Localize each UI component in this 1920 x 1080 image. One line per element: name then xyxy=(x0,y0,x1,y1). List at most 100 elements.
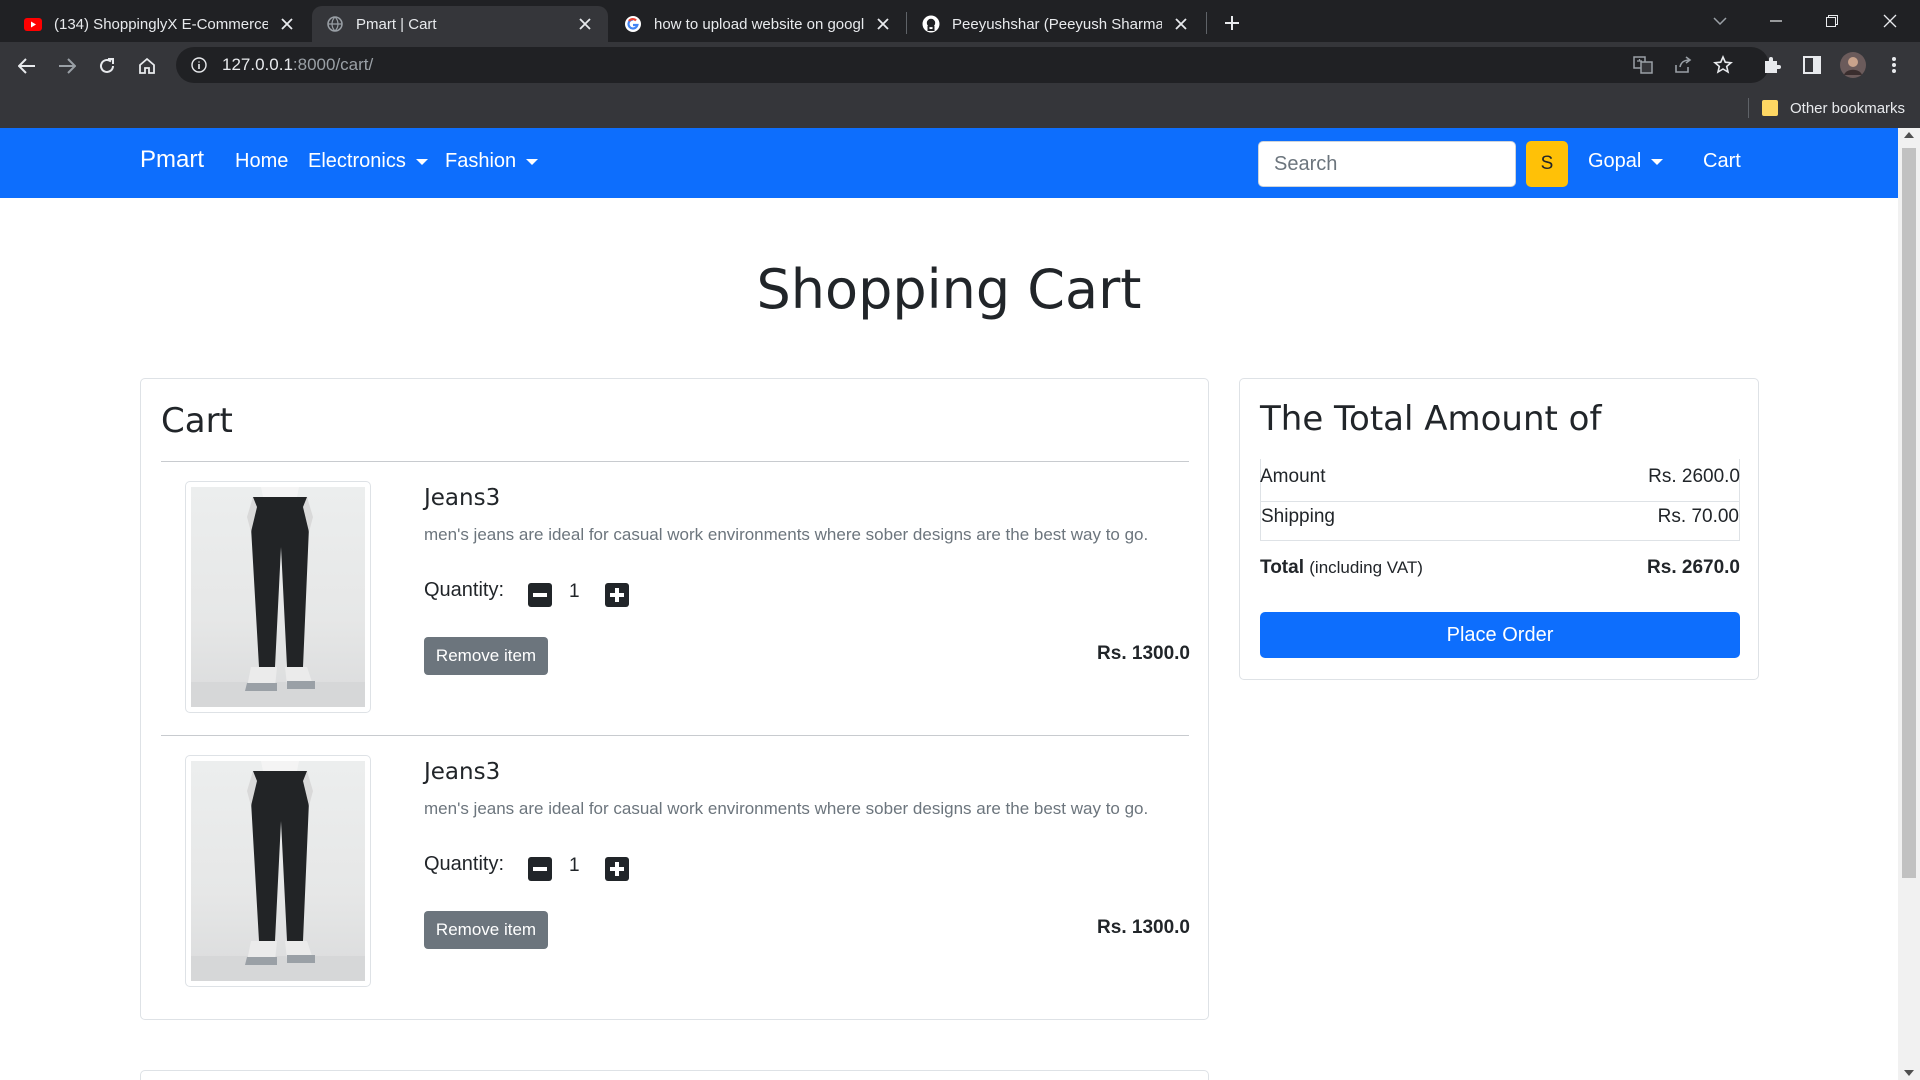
minus-icon xyxy=(533,593,547,597)
new-tab-button[interactable] xyxy=(1218,9,1246,37)
kebab-menu-icon xyxy=(1892,57,1896,73)
nav-electronics[interactable]: Electronics xyxy=(308,150,428,173)
share-button[interactable] xyxy=(1667,47,1699,83)
youtube-icon xyxy=(24,15,42,33)
tab-separator xyxy=(1206,12,1207,34)
page-scrollbar[interactable] xyxy=(1898,128,1920,1080)
product-description: men's jeans are ideal for casual work en… xyxy=(424,525,1149,544)
restore-button[interactable] xyxy=(1804,0,1860,42)
other-bookmarks-label: Other bookmarks xyxy=(1790,99,1906,117)
remove-item-button[interactable]: Remove item xyxy=(424,911,548,949)
browser-tab-cart[interactable]: Pmart | Cart xyxy=(312,6,608,42)
close-icon[interactable] xyxy=(576,15,594,33)
caret-down-icon xyxy=(415,158,428,165)
site-navbar: Pmart Home Electronics Fashion S Gopal C… xyxy=(0,128,1898,198)
url-path: :8000/cart/ xyxy=(292,55,374,74)
nav-cart[interactable]: Cart xyxy=(1703,150,1741,173)
remove-item-button[interactable]: Remove item xyxy=(424,637,548,675)
nav-home[interactable]: Home xyxy=(235,150,288,173)
home-icon xyxy=(139,57,155,74)
nav-fashion[interactable]: Fashion xyxy=(445,150,539,173)
reload-button[interactable] xyxy=(91,50,123,82)
item-price: Rs. 1300.0 xyxy=(1097,643,1190,664)
cart-heading: Cart xyxy=(161,401,233,441)
close-window-button[interactable] xyxy=(1862,0,1918,42)
side-panel-button[interactable] xyxy=(1796,47,1828,83)
nav-user[interactable]: Gopal xyxy=(1588,150,1664,173)
page-title: Shopping Cart xyxy=(756,258,1142,321)
increase-quantity-button[interactable] xyxy=(605,857,629,881)
tab-search-button[interactable] xyxy=(1692,0,1748,42)
chevron-down-icon xyxy=(1713,17,1727,25)
increase-quantity-button[interactable] xyxy=(605,583,629,607)
puzzle-icon xyxy=(1765,57,1781,73)
product-image[interactable] xyxy=(185,481,371,713)
tab-separator xyxy=(906,12,907,34)
tab-title: Peeyushshar (Peeyush Sharma) · xyxy=(952,15,1162,33)
total-note: (including VAT) xyxy=(1309,558,1423,577)
quantity-value: 1 xyxy=(569,581,580,602)
bookmark-star-button[interactable] xyxy=(1707,47,1739,83)
product-image[interactable] xyxy=(185,755,371,987)
jeans-image xyxy=(191,487,365,707)
back-button[interactable] xyxy=(11,50,43,82)
forward-button[interactable] xyxy=(51,50,83,82)
close-icon[interactable] xyxy=(278,15,296,33)
decrease-quantity-button[interactable] xyxy=(528,583,552,607)
search-button[interactable]: S xyxy=(1526,141,1568,187)
scroll-up-arrow-icon[interactable] xyxy=(1904,132,1914,138)
profile-avatar[interactable] xyxy=(1837,47,1869,83)
search-input[interactable] xyxy=(1258,141,1516,187)
brand-logo[interactable]: Pmart xyxy=(140,146,204,174)
nav-electronics-label: Electronics xyxy=(308,150,406,172)
divider xyxy=(1260,501,1740,502)
item-price: Rs. 1300.0 xyxy=(1097,917,1190,938)
url-text: 127.0.0.1:8000/cart/ xyxy=(222,55,373,75)
product-name: Jeans3 xyxy=(424,759,501,785)
cart-card: Cart Jeans3 men's jeans are ideal for ca… xyxy=(140,378,1209,1020)
browser-tab-bar: (134) ShoppinglyX E-Commerce Pmart | Car… xyxy=(0,0,1920,42)
close-icon[interactable] xyxy=(1172,15,1190,33)
translate-icon xyxy=(1633,56,1653,74)
tab-title: Pmart | Cart xyxy=(356,15,437,33)
browser-tab-youtube[interactable]: (134) ShoppinglyX E-Commerce xyxy=(10,6,310,42)
info-icon[interactable] xyxy=(190,56,208,74)
extensions-button[interactable] xyxy=(1756,47,1788,83)
home-button[interactable] xyxy=(131,50,163,82)
other-bookmarks[interactable]: Other bookmarks xyxy=(1762,96,1905,120)
arrow-right-icon xyxy=(59,58,76,74)
minus-icon xyxy=(533,867,547,871)
scrollbar-thumb[interactable] xyxy=(1902,148,1916,878)
bookmarks-bar: Other bookmarks xyxy=(0,88,1920,128)
star-icon xyxy=(1713,55,1733,74)
tab-title: how to upload website on googl xyxy=(654,15,864,33)
scroll-down-arrow-icon[interactable] xyxy=(1904,1070,1914,1076)
place-order-button[interactable]: Place Order xyxy=(1260,612,1740,658)
close-icon[interactable] xyxy=(874,15,892,33)
total-label: Total xyxy=(1260,557,1304,578)
browser-tab-github[interactable]: Peeyushshar (Peeyush Sharma) · xyxy=(908,6,1204,42)
cart-item: Jeans3 men's jeans are ideal for casual … xyxy=(141,735,1210,987)
total-value: Rs. 2670.0 xyxy=(1647,557,1740,578)
caret-down-icon xyxy=(1651,158,1664,165)
amount-label: Amount xyxy=(1260,466,1326,487)
translate-button[interactable] xyxy=(1627,47,1659,83)
cart-item: Jeans3 men's jeans are ideal for casual … xyxy=(141,461,1210,713)
total-row: Total (including VAT) Rs. 2670.0 xyxy=(1260,557,1740,579)
amount-row: Amount Rs. 2600.0 xyxy=(1260,466,1740,488)
web-page: Pmart Home Electronics Fashion S Gopal C… xyxy=(0,128,1898,1080)
decrease-quantity-button[interactable] xyxy=(528,857,552,881)
address-bar[interactable]: 127.0.0.1:8000/cart/ xyxy=(176,47,1769,83)
nav-user-label: Gopal xyxy=(1588,150,1642,172)
amount-value: Rs. 2600.0 xyxy=(1648,466,1740,487)
caret-down-icon xyxy=(526,158,539,165)
menu-button[interactable] xyxy=(1878,47,1910,83)
browser-tab-google[interactable]: how to upload website on googl xyxy=(610,6,906,42)
url-host: 127.0.0.1 xyxy=(222,55,293,74)
side-panel-icon xyxy=(1803,56,1821,74)
minimize-button[interactable] xyxy=(1748,0,1804,42)
plus-icon xyxy=(610,588,624,602)
browser-toolbar: 127.0.0.1:8000/cart/ xyxy=(0,42,1920,88)
arrow-left-icon xyxy=(18,58,35,74)
jeans-image xyxy=(191,761,365,981)
